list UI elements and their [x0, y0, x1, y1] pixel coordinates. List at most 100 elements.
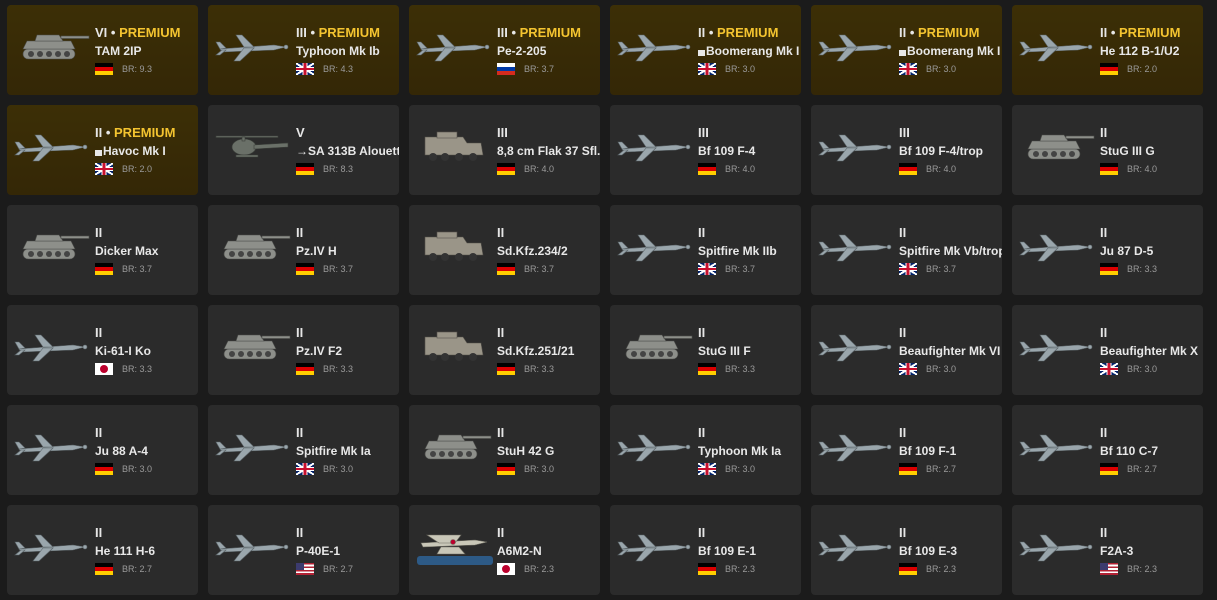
vehicle-card[interactable]: II Pz.IV H BR: 3.7 — [208, 205, 399, 295]
vehicle-name: F2A-3 — [1100, 544, 1203, 559]
vehicle-tier: III — [497, 125, 600, 140]
vehicle-card[interactable]: III Bf 109 F-4 BR: 4.0 — [610, 105, 801, 195]
vehicle-card[interactable]: II Pz.IV F2 BR: 3.3 — [208, 305, 399, 395]
vehicle-name: →SA 313B Alouette — [296, 144, 399, 159]
br-value: 3.7 — [541, 264, 555, 274]
vehicle-card[interactable]: II StuG III G BR: 4.0 — [1012, 105, 1203, 195]
vehicle-card[interactable]: III 8,8 cm Flak 37 Sfl. BR: 4.0 — [409, 105, 600, 195]
vehicle-tier: III — [698, 125, 801, 140]
vehicle-info: V →SA 313B Alouette BR: 8.3 — [296, 125, 399, 176]
vehicle-tier: II — [497, 525, 600, 540]
vehicle-name: A6M2-N — [497, 544, 600, 559]
germany-flag-icon — [296, 263, 314, 275]
vehicle-info: III Bf 109 F-4 BR: 4.0 — [698, 125, 801, 176]
vehicle-tier: II — [95, 225, 198, 240]
vehicle-card[interactable]: II Bf 110 C-7 BR: 2.7 — [1012, 405, 1203, 495]
br-prefix: BR: — [122, 64, 138, 74]
vehicle-card[interactable]: V →SA 313B Alouette BR: 8.3 — [208, 105, 399, 195]
br-row: BR: 3.3 — [95, 362, 198, 376]
vehicle-card[interactable]: II Bf 109 F-1 BR: 2.7 — [811, 405, 1002, 495]
vehicle-name-text: Bf 110 C-7 — [1100, 444, 1159, 458]
battle-rating: BR: 3.0 — [524, 463, 554, 475]
br-prefix: BR: — [122, 364, 138, 374]
battle-rating: BR: 3.0 — [926, 363, 956, 375]
vehicle-name-text: Bf 109 E-1 — [698, 544, 757, 558]
vehicle-info: II Spitfire Mk IIb BR: 3.7 — [698, 225, 801, 276]
vehicle-card[interactable]: II StuG III F BR: 3.3 — [610, 305, 801, 395]
premium-label: PREMIUM — [318, 25, 381, 40]
vehicle-card[interactable]: II Sd.Kfz.251/21 BR: 3.3 — [409, 305, 600, 395]
vehicle-card[interactable]: II StuH 42 G BR: 3.0 — [409, 405, 600, 495]
battle-rating: BR: 8.3 — [323, 163, 353, 175]
vehicle-card[interactable]: II Sd.Kfz.234/2 BR: 3.7 — [409, 205, 600, 295]
vehicle-name: Pz.IV F2 — [296, 344, 399, 359]
germany-flag-icon — [1100, 163, 1118, 175]
germany-flag-icon — [1100, 263, 1118, 275]
br-prefix: BR: — [926, 464, 942, 474]
plane-icon — [1018, 323, 1098, 369]
br-value: 4.3 — [340, 64, 354, 74]
vehicle-card[interactable]: II Bf 109 E-1 BR: 2.3 — [610, 505, 801, 595]
usa-flag-icon — [296, 563, 314, 575]
vehicle-card[interactable]: II • PREMIUM Havoc Mk I BR: 2.0 — [7, 105, 198, 195]
vehicle-tier: II • PREMIUM — [95, 125, 198, 140]
plane-icon — [1018, 23, 1098, 69]
germany-flag-icon — [95, 263, 113, 275]
vehicle-card[interactable]: II Spitfire Mk Ia BR: 3.0 — [208, 405, 399, 495]
battle-rating: BR: 3.0 — [725, 463, 755, 475]
tier-number: VI — [95, 25, 108, 40]
vehicle-card[interactable]: II Beaufighter Mk VI BR: 3.0 — [811, 305, 1002, 395]
premium-label: PREMIUM — [717, 25, 779, 40]
br-value: 3.0 — [541, 464, 555, 474]
vehicle-card[interactable]: II Ki-61-I Ko BR: 3.3 — [7, 305, 198, 395]
battle-rating: BR: 2.0 — [1127, 63, 1157, 75]
vehicle-info: II He 111 H-6 BR: 2.7 — [95, 525, 198, 576]
br-value: 3.0 — [1144, 364, 1158, 374]
vehicle-card[interactable]: VI • PREMIUM TAM 2IP BR: 9.3 — [7, 5, 198, 95]
vehicle-card[interactable]: II Spitfire Mk IIb BR: 3.7 — [610, 205, 801, 295]
br-row: BR: 2.3 — [1100, 562, 1203, 576]
vehicle-card[interactable]: II • PREMIUM He 112 B-1/U2 BR: 2.0 — [1012, 5, 1203, 95]
vehicle-name-text: Beaufighter Mk X — [1100, 344, 1199, 358]
tier-number: II — [497, 325, 505, 340]
vehicle-card[interactable]: II Typhoon Mk Ia BR: 3.0 — [610, 405, 801, 495]
vehicle-card[interactable]: II Bf 109 E-3 BR: 2.3 — [811, 505, 1002, 595]
plane-icon — [1018, 523, 1098, 569]
vehicle-card[interactable]: II Ju 88 A-4 BR: 3.0 — [7, 405, 198, 495]
vehicle-info: II P-40E-1 BR: 2.7 — [296, 525, 399, 576]
vehicle-card[interactable]: II A6M2-N BR: 2.3 — [409, 505, 600, 595]
plane-icon — [817, 323, 897, 369]
vehicle-card[interactable]: III Bf 109 F-4/trop BR: 4.0 — [811, 105, 1002, 195]
br-row: BR: 3.7 — [95, 262, 198, 276]
vehicle-card[interactable]: II Dicker Max BR: 3.7 — [7, 205, 198, 295]
vehicle-card[interactable]: II He 111 H-6 BR: 2.7 — [7, 505, 198, 595]
battle-rating: BR: 3.7 — [524, 63, 554, 75]
vehicle-info: II Sd.Kfz.234/2 BR: 3.7 — [497, 225, 600, 276]
vehicle-tier: II — [1100, 125, 1203, 140]
truck-icon — [415, 123, 495, 169]
truck-icon — [415, 323, 495, 369]
vehicle-tier: V — [296, 125, 399, 140]
vehicle-card[interactable]: II • PREMIUM Boomerang Mk I BR: 3.0 — [610, 5, 801, 95]
tier-number: V — [296, 125, 305, 140]
vehicle-card[interactable]: II P-40E-1 BR: 2.7 — [208, 505, 399, 595]
vehicle-tier: II — [497, 425, 600, 440]
germany-flag-icon — [698, 563, 716, 575]
vehicle-card[interactable]: II • PREMIUM Boomerang Mk I BR: 3.0 — [811, 5, 1002, 95]
vehicle-info: II Pz.IV H BR: 3.7 — [296, 225, 399, 276]
battle-rating: BR: 2.7 — [122, 563, 152, 575]
br-prefix: BR: — [323, 364, 339, 374]
battle-rating: BR: 3.7 — [122, 263, 152, 275]
vehicle-card[interactable]: III • PREMIUM Typhoon Mk Ib BR: 4.3 — [208, 5, 399, 95]
vehicle-card[interactable]: II F2A-3 BR: 2.3 — [1012, 505, 1203, 595]
heli-icon — [214, 123, 294, 169]
vehicle-card[interactable]: II Beaufighter Mk X BR: 3.0 — [1012, 305, 1203, 395]
plane-icon — [817, 223, 897, 269]
uk-flag-icon — [296, 63, 314, 75]
vehicle-card[interactable]: III • PREMIUM Pe-2-205 BR: 3.7 — [409, 5, 600, 95]
vehicle-name-text: Ju 88 A-4 — [95, 444, 148, 458]
vehicle-tier: II — [899, 325, 1002, 340]
vehicle-card[interactable]: II Spitfire Mk Vb/trop BR: 3.7 — [811, 205, 1002, 295]
vehicle-card[interactable]: II Ju 87 D-5 BR: 3.3 — [1012, 205, 1203, 295]
germany-flag-icon — [497, 463, 515, 475]
